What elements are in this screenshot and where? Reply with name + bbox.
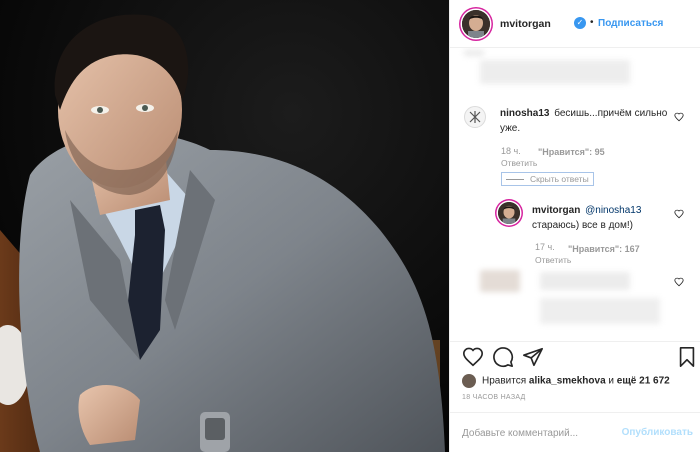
post-actions (450, 341, 700, 371)
author-avatar[interactable] (462, 10, 490, 38)
comment-reply-button[interactable]: Ответить (501, 158, 537, 168)
follow-button[interactable]: Подписаться (598, 18, 663, 29)
likes-prefix: Нравится (482, 375, 527, 387)
comment-avatar-image (469, 111, 481, 123)
post-timestamp[interactable]: 18 ЧАСОВ НАЗАД (462, 394, 526, 401)
blurred-comment-top (480, 60, 630, 84)
reply-mention[interactable]: @ninosha13 (585, 205, 641, 216)
reply-body: mvitorgan @ninosha13 стараюсь) все в дом… (532, 203, 670, 233)
comment-like-icon[interactable] (674, 112, 684, 122)
comment-body: ninosha13 бесишь...причём сильно уже. (500, 106, 670, 136)
heart-icon[interactable] (462, 346, 484, 368)
blurred-comment-bottom (480, 270, 520, 292)
hide-replies-line (506, 179, 524, 181)
bookmark-icon[interactable] (676, 346, 698, 368)
blurred-comment-bottom (540, 272, 630, 290)
publish-button[interactable]: Опубликовать (622, 427, 693, 438)
share-icon[interactable] (522, 346, 544, 368)
add-comment-bar: Опубликовать (450, 412, 700, 452)
reply-avatar-image (498, 202, 520, 224)
liker-username[interactable]: alika_smekhova (529, 376, 606, 387)
reply-text: стараюсь) все в дом!) (532, 220, 633, 231)
post-photo-image (0, 0, 449, 452)
author-username[interactable]: mvitorgan (500, 18, 551, 30)
blurred-comment-bottom (540, 298, 660, 324)
comment-icon[interactable] (492, 346, 514, 368)
comments-list[interactable]: ninosha13 бесишь...причём сильно уже. 18… (450, 48, 700, 341)
post-header: mvitorgan ✓ • Подписаться (450, 0, 700, 48)
hide-replies-button[interactable]: Скрыть ответы (501, 172, 594, 186)
likes-summary[interactable]: Нравится alika_smekhova и ещё 21 672 (462, 374, 670, 388)
comment-age: 18 ч. (501, 146, 521, 156)
blurred-comment-top (464, 50, 484, 56)
add-comment-input[interactable] (462, 426, 602, 440)
header-dot-separator: • (590, 17, 594, 28)
hide-replies-label: Скрыть ответы (530, 174, 589, 184)
reply-age: 17 ч. (535, 242, 555, 252)
comment-avatar[interactable] (464, 106, 486, 128)
reply-avatar[interactable] (498, 202, 520, 224)
post-photo[interactable] (0, 0, 449, 452)
comment-likes[interactable]: "Нравится": 95 (538, 147, 605, 157)
reply-username[interactable]: mvitorgan (532, 205, 580, 216)
reply-like-icon[interactable] (674, 209, 684, 219)
liker-avatar (462, 374, 476, 388)
reply-reply-button[interactable]: Ответить (535, 255, 571, 265)
verified-icon: ✓ (574, 17, 586, 29)
comment-username[interactable]: ninosha13 (500, 108, 549, 119)
author-avatar-image (462, 10, 490, 38)
comment-like-icon[interactable] (674, 277, 684, 287)
likes-connector: и (608, 375, 615, 387)
post-sidebar: mvitorgan ✓ • Подписаться ninosha13 беси… (449, 0, 700, 452)
likes-count[interactable]: ещё 21 672 (617, 376, 670, 387)
reply-likes[interactable]: "Нравится": 167 (568, 244, 640, 254)
